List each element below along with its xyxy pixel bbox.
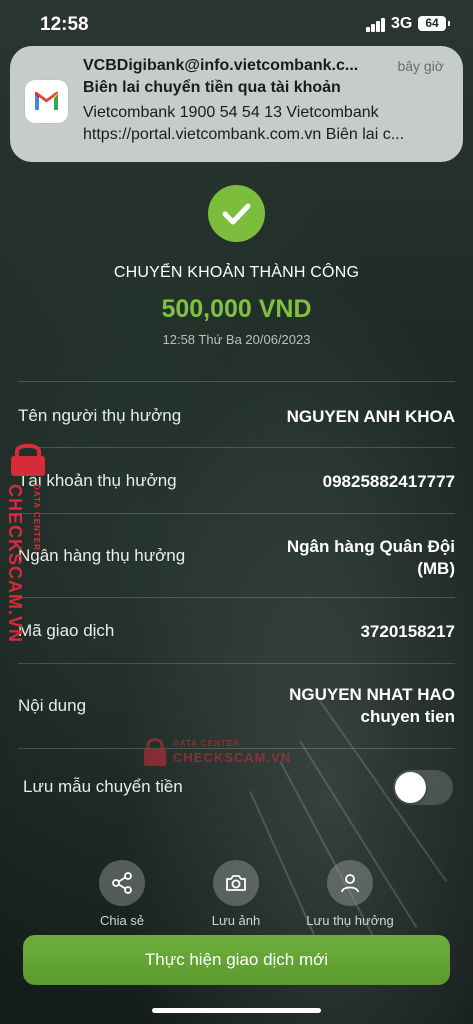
- lock-icon: [144, 738, 166, 766]
- detail-value-line-2: (MB): [417, 559, 455, 578]
- watermark-tag: DATA CENTER: [173, 739, 240, 748]
- notification-line-1: Vietcombank 1900 54 54 13 Vietcombank: [83, 104, 379, 121]
- detail-value: NGUYEN ANH KHOA: [286, 407, 455, 426]
- detail-row-beneficiary-name: Tên người thụ hưởng NGUYEN ANH KHOA: [18, 381, 455, 448]
- share-button[interactable]: Chia sẻ: [72, 860, 172, 928]
- detail-value-line-1: Ngân hàng Quân Đội: [286, 537, 455, 556]
- network-type: 3G: [391, 15, 413, 32]
- watermark-brand: CHECKSCAM.VN: [173, 750, 292, 765]
- save-template-toggle[interactable]: [393, 770, 453, 805]
- gmail-icon: [25, 80, 68, 123]
- notification-sender: VCBDigibank@info.vietcombank.c...: [83, 57, 359, 74]
- status-bar: 12:58 3G 64: [0, 0, 473, 50]
- watermark-brand: CHECKSCAM.VN: [5, 484, 25, 644]
- detail-label: Tên người thụ hưởng: [18, 406, 182, 425]
- save-image-label: Lưu ảnh: [211, 913, 261, 928]
- detail-value: 3720158217: [360, 622, 455, 641]
- detail-value: 09825882417777: [322, 472, 455, 491]
- save-beneficiary-button[interactable]: Lưu thụ hưởng: [300, 860, 400, 928]
- detail-value: NGUYEN NHAT HAO chuyen tien: [289, 684, 455, 728]
- lock-icon: [11, 443, 45, 476]
- new-transaction-button[interactable]: Thực hiện giao dịch mới: [23, 935, 450, 985]
- person-icon: [341, 874, 359, 893]
- email-notification[interactable]: VCBDigibank@info.vietcombank.c... bây gi…: [10, 46, 463, 162]
- notification-time: bây giờ: [397, 58, 444, 74]
- save-beneficiary-label: Lưu thụ hưởng: [306, 913, 394, 928]
- watermark-tag: DATA CENTER: [32, 484, 41, 551]
- detail-row-beneficiary-account: Tài khoản thụ hưởng 09825882417777: [18, 447, 455, 514]
- success-check-icon: [208, 185, 265, 242]
- detail-value-line-2: chuyen tien: [360, 707, 455, 726]
- transfer-amount: 500,000 VND: [161, 295, 312, 323]
- result-title: CHUYỂN KHOẢN THÀNH CÔNG: [113, 264, 360, 281]
- detail-row-beneficiary-bank: Ngân hàng thụ hưởng Ngân hàng Quân Đội (…: [18, 513, 455, 598]
- home-indicator[interactable]: [152, 1008, 321, 1013]
- watermark-center: DATA CENTER CHECKSCAM.VN: [140, 736, 300, 772]
- watermark-side: CHECKSCAM.VN DATA CENTER: [2, 440, 57, 650]
- share-label: Chia sẻ: [99, 913, 145, 928]
- signal-icon: [366, 18, 386, 32]
- detail-label: Nội dung: [18, 696, 87, 715]
- camera-icon: [226, 875, 246, 891]
- notification-line-2: https://portal.vietcombank.com.vn Biên l…: [83, 126, 405, 143]
- share-icon: [112, 872, 132, 894]
- save-image-button[interactable]: Lưu ảnh: [186, 860, 286, 928]
- detail-value: Ngân hàng Quân Đội (MB): [287, 536, 455, 580]
- transfer-datetime: 12:58 Thứ Ba 20/06/2023: [162, 332, 311, 347]
- detail-value-line-1: NGUYEN NHAT HAO: [289, 685, 455, 704]
- toggle-knob: [395, 772, 426, 803]
- status-time: 12:58: [40, 14, 89, 35]
- notification-subject: Biên lai chuyển tiền qua tài khoản: [83, 79, 341, 96]
- detail-row-transaction-id: Mã giao dịch 3720158217: [18, 597, 455, 664]
- save-template-label: Lưu mẫu chuyển tiền: [23, 777, 183, 796]
- battery-icon: 64: [418, 16, 450, 31]
